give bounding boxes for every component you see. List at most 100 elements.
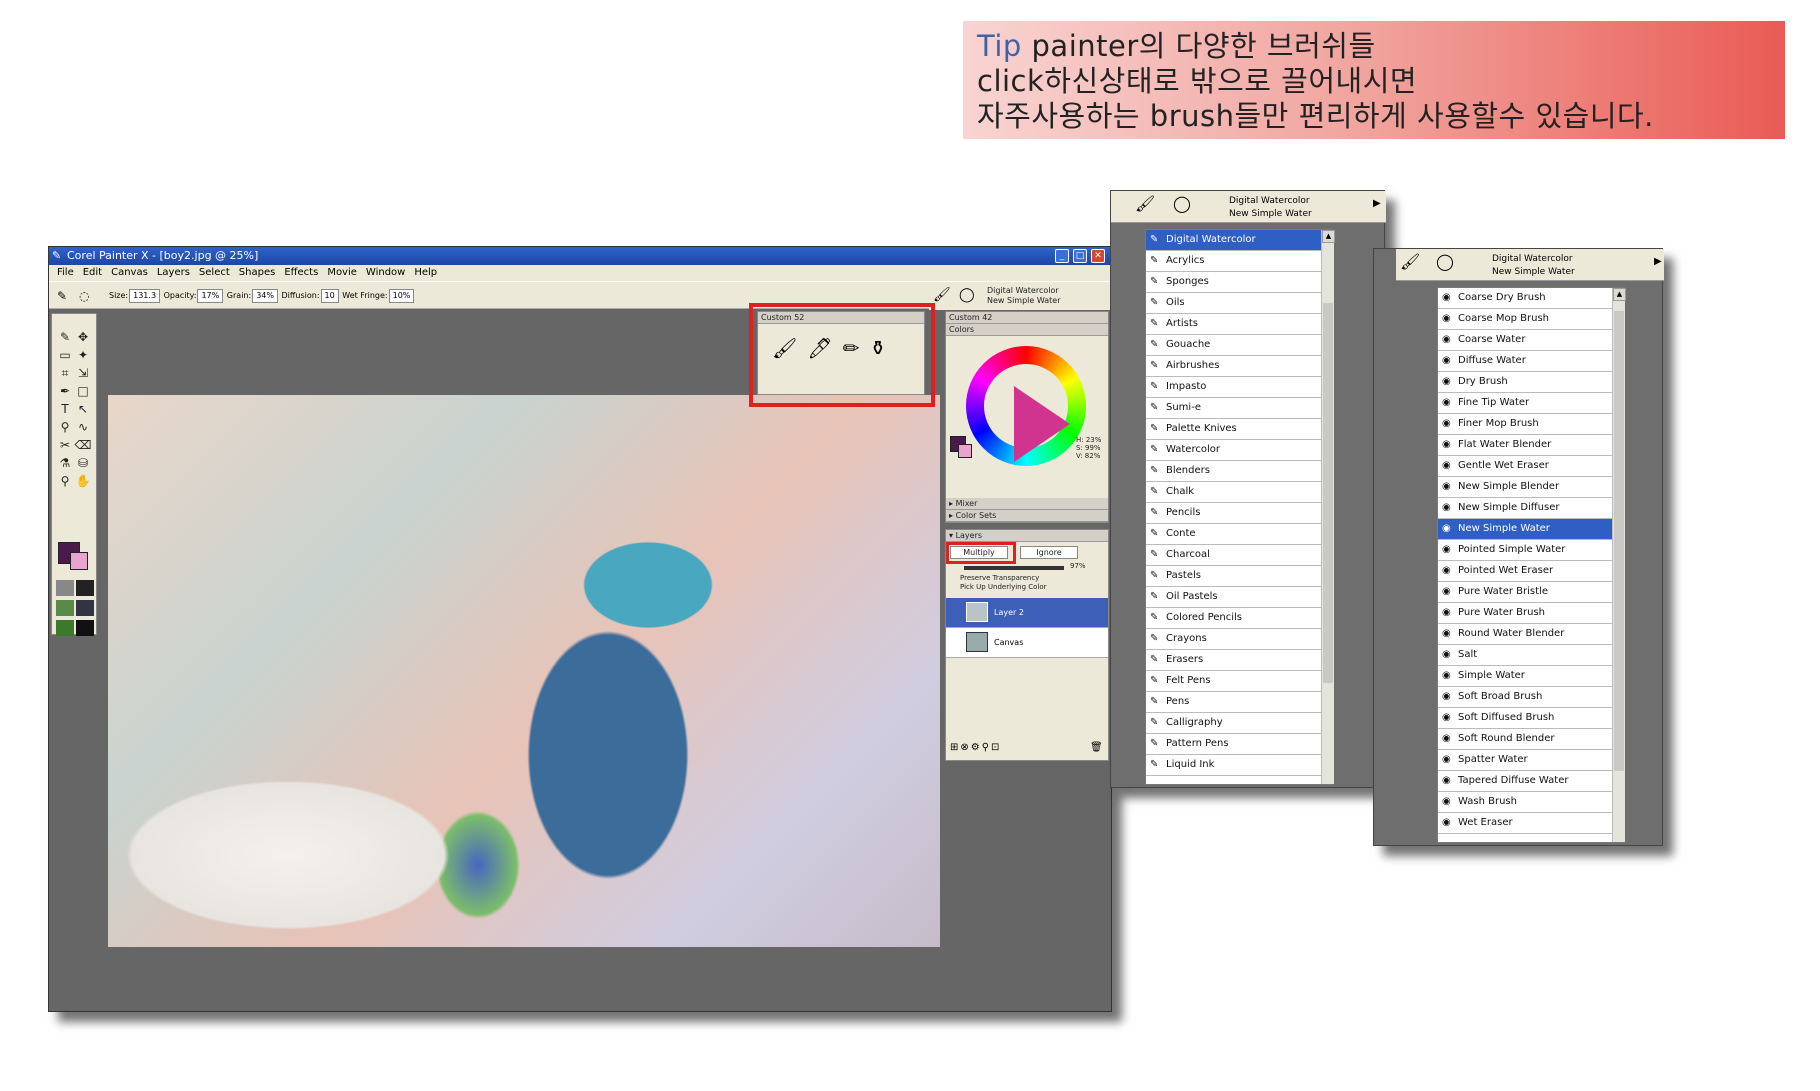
brush-tool[interactable]: ✎ bbox=[56, 328, 74, 346]
variant-item[interactable]: ◉ Coarse Dry Brush bbox=[1438, 288, 1624, 309]
look-selector[interactable] bbox=[76, 620, 94, 636]
brush-category-icon[interactable]: 🖌 bbox=[933, 288, 951, 302]
weaving-selector[interactable] bbox=[76, 600, 94, 616]
scroll-thumb[interactable] bbox=[1614, 311, 1624, 771]
colors-header[interactable]: Colors bbox=[946, 324, 1108, 336]
preserve-transparency[interactable]: Preserve Transparency bbox=[946, 574, 1108, 583]
category-item[interactable]: ✎ Chalk bbox=[1146, 482, 1332, 503]
variant-item[interactable]: ◉ Fine Tip Water bbox=[1438, 393, 1624, 414]
variant-item[interactable]: ◉ Pointed Simple Water bbox=[1438, 540, 1624, 561]
scroll-up-button[interactable]: ▲ bbox=[1322, 230, 1335, 243]
variant-item[interactable]: ◉ Coarse Water bbox=[1438, 330, 1624, 351]
category-item[interactable]: ✎ Oil Pastels bbox=[1146, 587, 1332, 608]
variant-item[interactable]: ◉ Tapered Diffuse Water bbox=[1438, 771, 1624, 792]
pen-tool[interactable]: ✒ bbox=[56, 382, 74, 400]
layers-header[interactable]: ▾ Layers bbox=[946, 530, 1108, 542]
variant-item[interactable]: ◉ Round Water Blender bbox=[1438, 624, 1624, 645]
brush-category-icon[interactable]: 🖌 bbox=[1400, 254, 1420, 270]
color-triangle[interactable] bbox=[1014, 386, 1070, 462]
minimize-button[interactable]: _ bbox=[1055, 249, 1069, 263]
category-item[interactable]: ✎ Digital Watercolor bbox=[1146, 230, 1332, 251]
category-item[interactable]: ✎ Colored Pencils bbox=[1146, 608, 1332, 629]
category-item[interactable]: ✎ Sumi-e bbox=[1146, 398, 1332, 419]
secondary-color[interactable] bbox=[958, 444, 972, 458]
additional-color-swatch[interactable] bbox=[70, 552, 88, 570]
nozzle-selector[interactable] bbox=[56, 620, 74, 636]
menu-select[interactable]: Select bbox=[199, 267, 230, 278]
category-item[interactable]: ✎ Conte bbox=[1146, 524, 1332, 545]
brush-category-icon[interactable]: 🖌 bbox=[1135, 196, 1155, 212]
panel-menu-icon[interactable]: ▶ bbox=[1373, 197, 1381, 210]
cloner-tool[interactable]: ✂ bbox=[56, 436, 74, 454]
category-scrollbar[interactable]: ▲ bbox=[1321, 230, 1335, 784]
variant-item[interactable]: ◉ Salt bbox=[1438, 645, 1624, 666]
variant-item[interactable]: ◉ Pure Water Bristle bbox=[1438, 582, 1624, 603]
variant-item[interactable]: ◉ Coarse Mop Brush bbox=[1438, 309, 1624, 330]
category-item[interactable]: ✎ Watercolor bbox=[1146, 440, 1332, 461]
rect-select-tool[interactable]: ▭ bbox=[56, 346, 74, 364]
category-item[interactable]: ✎ Pastels bbox=[1146, 566, 1332, 587]
variant-item[interactable]: ◉ Gentle Wet Eraser bbox=[1438, 456, 1624, 477]
wet-fringe-field[interactable]: 10% bbox=[388, 288, 415, 303]
menu-window[interactable]: Window bbox=[366, 267, 405, 278]
variant-item[interactable]: ◉ Spatter Water bbox=[1438, 750, 1624, 771]
variant-item[interactable]: ◉ Soft Diffused Brush bbox=[1438, 708, 1624, 729]
category-item[interactable]: ✎ Airbrushes bbox=[1146, 356, 1332, 377]
category-item[interactable]: ✎ Impasto bbox=[1146, 377, 1332, 398]
layer-commands[interactable]: ⊞⊗⚙⚲⊡ bbox=[950, 742, 1001, 753]
color-wheel[interactable] bbox=[966, 346, 1086, 466]
maximize-button[interactable]: □ bbox=[1073, 249, 1087, 263]
crop-tool[interactable]: ⌗ bbox=[56, 364, 74, 382]
menu-canvas[interactable]: Canvas bbox=[111, 267, 148, 278]
category-item[interactable]: ✎ Charcoal bbox=[1146, 545, 1332, 566]
move-tool[interactable]: ✥ bbox=[74, 328, 92, 346]
mixer-header[interactable]: ▸ Mixer bbox=[946, 498, 1108, 510]
lasso-tool[interactable]: ∿ bbox=[74, 418, 92, 436]
menu-file[interactable]: File bbox=[57, 267, 74, 278]
layer-row-canvas[interactable]: Canvas bbox=[946, 628, 1108, 658]
variant-item[interactable]: ◉ Diffuse Water bbox=[1438, 351, 1624, 372]
category-item[interactable]: ✎ Palette Knives bbox=[1146, 419, 1332, 440]
layer-row-layer2[interactable]: Layer 2 bbox=[946, 598, 1108, 628]
menu-movie[interactable]: Movie bbox=[327, 267, 357, 278]
category-item[interactable]: ✎ Sponges bbox=[1146, 272, 1332, 293]
category-item[interactable]: ✎ Blenders bbox=[1146, 461, 1332, 482]
dropper-tool[interactable]: ⚲ bbox=[56, 418, 74, 436]
variant-item[interactable]: ◉ Dry Brush bbox=[1438, 372, 1624, 393]
color-sets-header[interactable]: ▸ Color Sets bbox=[946, 510, 1108, 522]
scroll-up-button[interactable]: ▲ bbox=[1613, 288, 1626, 301]
menu-effects[interactable]: Effects bbox=[284, 267, 318, 278]
variant-item[interactable]: ◉ Simple Water bbox=[1438, 666, 1624, 687]
custom42-header[interactable]: Custom 42 bbox=[946, 312, 1108, 324]
brush-variant-icon[interactable]: ◯ bbox=[959, 288, 975, 302]
category-item[interactable]: ✎ Oils bbox=[1146, 293, 1332, 314]
menu-shapes[interactable]: Shapes bbox=[239, 267, 276, 278]
brush-shape-icon[interactable]: ◌ bbox=[79, 282, 89, 310]
brush-variant-icon[interactable]: ◯ bbox=[1173, 196, 1191, 212]
size-field[interactable]: 131.3 bbox=[129, 288, 161, 303]
variant-item[interactable]: ◉ Flat Water Blender bbox=[1438, 435, 1624, 456]
layer-opacity[interactable]: 97% bbox=[1070, 562, 1086, 570]
trash-icon[interactable]: 🗑 bbox=[1090, 742, 1103, 753]
variant-item[interactable]: ◉ Pointed Wet Eraser bbox=[1438, 561, 1624, 582]
category-item[interactable]: ✎ Crayons bbox=[1146, 629, 1332, 650]
brush-variant-icon[interactable]: ◯ bbox=[1436, 254, 1454, 270]
magnifier-tool[interactable]: ⚲ bbox=[56, 472, 74, 490]
variant-item[interactable]: ◉ Soft Round Blender bbox=[1438, 729, 1624, 750]
eraser-tool[interactable]: ⌫ bbox=[74, 436, 92, 454]
menu-help[interactable]: Help bbox=[414, 267, 437, 278]
paint-bucket-tool[interactable]: ⛁ bbox=[74, 454, 92, 472]
shape-tool[interactable]: □ bbox=[74, 382, 92, 400]
grain-field[interactable]: 34% bbox=[252, 288, 278, 303]
diffusion-field[interactable]: 10 bbox=[320, 288, 339, 303]
panel-menu-icon[interactable]: ▶ bbox=[1654, 255, 1662, 268]
menu-layers[interactable]: Layers bbox=[157, 267, 190, 278]
variant-item[interactable]: ◉ New Simple Diffuser bbox=[1438, 498, 1624, 519]
grabber-tool[interactable]: ✋ bbox=[74, 472, 92, 490]
opacity-field[interactable]: 17% bbox=[197, 288, 224, 303]
category-item[interactable]: ✎ Felt Pens bbox=[1146, 671, 1332, 692]
variant-item[interactable]: ◉ Finer Mop Brush bbox=[1438, 414, 1624, 435]
variant-item[interactable]: ◉ Soft Broad Brush bbox=[1438, 687, 1624, 708]
variant-scrollbar[interactable]: ▲ bbox=[1612, 288, 1626, 842]
menu-edit[interactable]: Edit bbox=[83, 267, 102, 278]
